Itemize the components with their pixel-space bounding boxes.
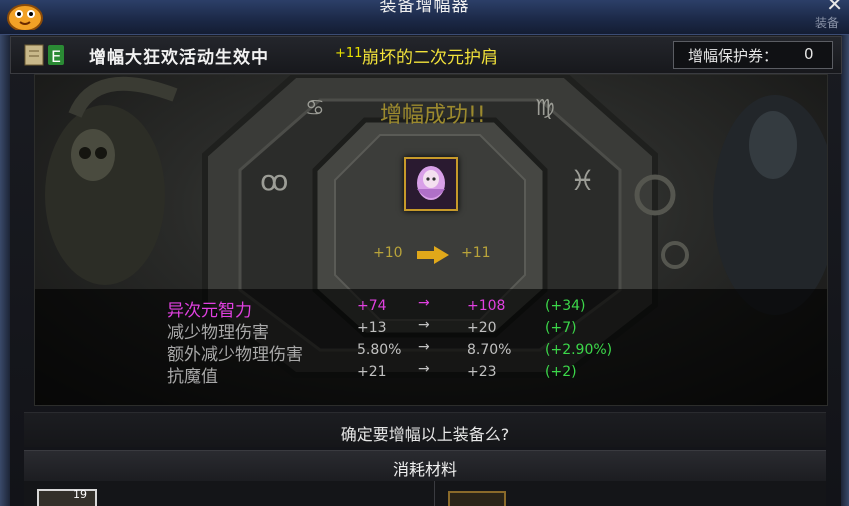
svg-text:♍: ♍ bbox=[535, 96, 555, 121]
svg-text:♋: ♋ bbox=[305, 96, 325, 121]
protect-ticket-box: 增幅保护券： 0 bbox=[673, 41, 833, 69]
material-count: 19 bbox=[73, 488, 87, 501]
window-title: 装备增幅器 bbox=[379, 0, 470, 16]
confirm-text: 确定要增幅以上装备么? bbox=[340, 425, 510, 444]
item-shoulder-icon bbox=[406, 159, 456, 209]
stat-row: 减少物理伤害 +13 → +20 (+7) bbox=[35, 317, 827, 343]
close-icon[interactable]: ✕ bbox=[826, 0, 843, 16]
stat-arrow: → bbox=[418, 361, 430, 377]
window-left-edge bbox=[0, 34, 10, 506]
stat-new: +23 bbox=[467, 364, 497, 380]
stat-row: 异次元智力 +74 → +108 (+34) bbox=[35, 295, 827, 321]
stat-arrow: → bbox=[418, 339, 430, 355]
protect-ticket-label: 增幅保护券： bbox=[688, 47, 779, 65]
level-to: +11 bbox=[461, 245, 491, 261]
svg-text:♓: ♓ bbox=[570, 164, 595, 197]
event-scroll-icon: E bbox=[24, 44, 64, 66]
item-name: 崩坏的二次元护肩 bbox=[362, 48, 498, 68]
material-slot-right[interactable] bbox=[448, 491, 506, 506]
materials-divider bbox=[434, 481, 435, 506]
stat-old: 5.80% bbox=[357, 342, 402, 358]
stat-delta: (+2.90%) bbox=[545, 342, 613, 358]
stat-delta: (+7) bbox=[545, 320, 577, 336]
stat-arrow: → bbox=[418, 317, 430, 333]
material-slot-left[interactable]: 19 bbox=[37, 488, 97, 506]
level-change: +10 +11 bbox=[373, 245, 493, 267]
materials-header: 消耗材料 bbox=[24, 450, 826, 481]
stat-row: 额外减少物理伤害 5.80% → 8.70% (+2.90%) bbox=[35, 339, 827, 365]
amplifier-window: 装备增幅器 装备 ✕ E 增幅大狂欢活动生效中 +11 崩坏的二次元护肩 增幅保… bbox=[0, 0, 849, 506]
protect-ticket-count: 0 bbox=[804, 45, 814, 63]
amplify-result-text: 增幅成功!! bbox=[380, 103, 486, 128]
stat-row: 抗魔值 +21 → +23 (+2) bbox=[35, 361, 827, 387]
title-bar[interactable]: 装备增幅器 装备 ✕ bbox=[0, 0, 849, 35]
materials-title: 消耗材料 bbox=[392, 460, 457, 479]
stat-old: +74 bbox=[357, 298, 387, 314]
mascot-icon bbox=[7, 4, 43, 30]
stat-old: +13 bbox=[357, 320, 387, 336]
materials-area: 19 bbox=[24, 481, 826, 506]
header-bar: E 增幅大狂欢活动生效中 +11 崩坏的二次元护肩 增幅保护券： 0 bbox=[10, 36, 842, 74]
stat-delta: (+34) bbox=[545, 298, 586, 314]
svg-text:ꝏ: ꝏ bbox=[260, 164, 289, 197]
stat-arrow: → bbox=[418, 295, 430, 311]
item-level: +11 bbox=[335, 46, 363, 61]
amplify-scene: ꝏ ♓ ♍ ♋ 增幅成功!! +10 +11 异次元智力 +74 → +108 … bbox=[34, 74, 828, 406]
event-text: 增幅大狂欢活动生效中 bbox=[89, 48, 269, 68]
stat-delta: (+2) bbox=[545, 364, 577, 380]
stat-name: 抗魔值 bbox=[167, 367, 218, 387]
stat-new: 8.70% bbox=[467, 342, 512, 358]
level-from: +10 bbox=[373, 245, 403, 261]
window-right-edge bbox=[841, 34, 849, 506]
confirm-bar: 确定要增幅以上装备么? bbox=[24, 412, 826, 447]
stat-new: +20 bbox=[467, 320, 497, 336]
arrow-right-icon bbox=[417, 246, 449, 264]
title-right-label: 装备 bbox=[814, 16, 839, 30]
stat-new: +108 bbox=[467, 298, 506, 314]
item-slot[interactable] bbox=[404, 157, 458, 211]
svg-text:E: E bbox=[51, 47, 61, 66]
stat-list: 异次元智力 +74 → +108 (+34) 减少物理伤害 +13 → +20 … bbox=[35, 289, 827, 405]
stat-old: +21 bbox=[357, 364, 387, 380]
